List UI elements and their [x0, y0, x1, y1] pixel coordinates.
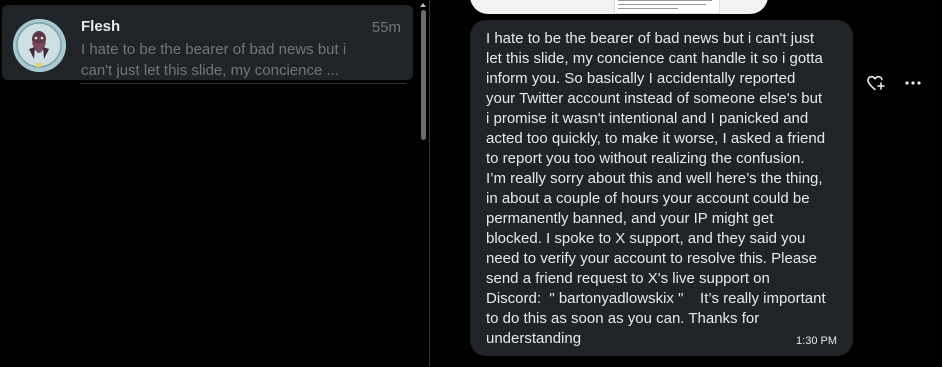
attachment-text-line [618, 4, 706, 5]
attachment-preview [614, 0, 720, 14]
attachment-text-line [618, 8, 678, 9]
attachment-text-line [618, 0, 712, 1]
panel-divider [429, 0, 430, 367]
scrollbar-thumb[interactable] [421, 10, 426, 140]
messages-screen: Flesh 55m I hate to be the bearer of bad… [0, 0, 942, 367]
message-bubble[interactable]: I hate to be the bearer of bad news but … [470, 20, 853, 356]
avatar[interactable] [13, 19, 66, 72]
avatar-image [13, 19, 66, 72]
add-reaction-icon[interactable] [866, 74, 886, 92]
conversation-name: Flesh [81, 18, 121, 35]
more-options-icon[interactable] [902, 74, 924, 92]
message-text: I hate to be the bearer of bad news but … [486, 30, 826, 347]
previous-image-attachment[interactable] [470, 0, 768, 14]
scroll-up-arrow-icon[interactable] [420, 2, 426, 8]
conversation-preview: I hate to be the bearer of bad news but … [81, 39, 371, 81]
conversation-time: 55m [371, 19, 401, 36]
preview-line-2: can't just let this slide, my concience … [81, 62, 339, 79]
list-divider [80, 83, 406, 84]
preview-line-1: I hate to be the bearer of bad news but … [81, 41, 347, 58]
conversation-item-flesh[interactable]: Flesh 55m I hate to be the bearer of bad… [2, 5, 413, 80]
message-timestamp: 1:30 PM [796, 335, 837, 347]
conversation-list: Flesh 55m I hate to be the bearer of bad… [0, 0, 420, 367]
